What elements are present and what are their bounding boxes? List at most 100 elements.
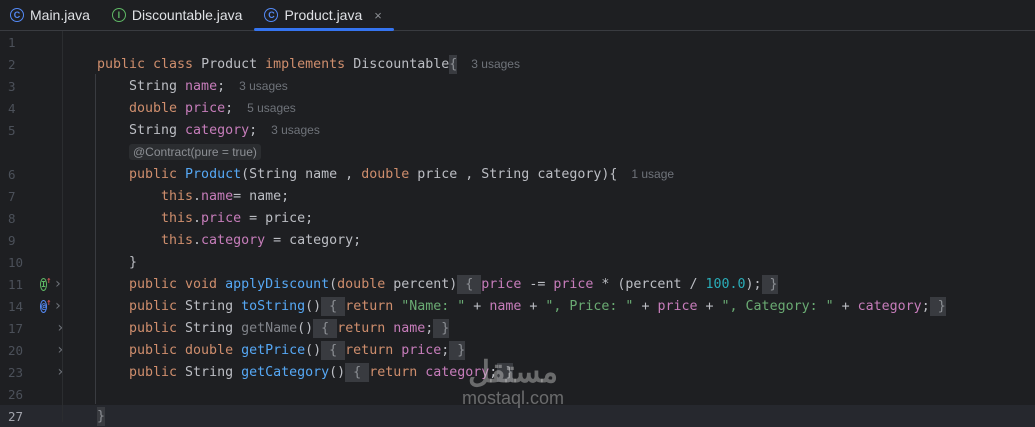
code-token: = name;: [233, 189, 289, 204]
gutter-icons: ›: [40, 342, 62, 358]
code-token: 100.0: [705, 277, 745, 292]
usages-hint[interactable]: 1 usage: [631, 167, 674, 181]
line-number: 8: [0, 211, 40, 226]
folded-brace[interactable]: {: [457, 275, 481, 294]
folded-brace[interactable]: {: [321, 297, 345, 316]
code-content: public class Product implements Discount…: [62, 57, 520, 72]
code-line: 14@↑›public String toString() { return "…: [0, 295, 1035, 317]
code-token: .: [193, 211, 201, 226]
code-token: public class: [97, 57, 201, 72]
folded-brace[interactable]: }: [930, 297, 946, 316]
folded-brace[interactable]: {: [321, 341, 345, 360]
line-number: 3: [0, 79, 40, 94]
arrow-up-icon: ↑: [46, 276, 51, 286]
code-line: 17›public String getName() { return name…: [0, 317, 1035, 339]
line-number: 7: [0, 189, 40, 204]
code-token: getCategory: [241, 365, 329, 380]
code-token: percent): [393, 277, 457, 292]
line-number: 10: [0, 255, 40, 270]
code-token: String: [129, 79, 185, 94]
code-line: 4double price;5 usages: [0, 97, 1035, 119]
tab-main-java[interactable]: C Main.java: [0, 0, 102, 30]
code-token: ;: [249, 123, 257, 138]
code-token: price: [553, 277, 593, 292]
tab-label: Discountable.java: [132, 7, 243, 23]
code-token: implements: [265, 57, 353, 72]
code-token: name: [489, 299, 521, 314]
tab-label: Main.java: [30, 7, 90, 23]
class-icon: C: [10, 8, 24, 22]
code-token: name: [201, 189, 233, 204]
tab-product-java[interactable]: C Product.java ×: [254, 0, 393, 30]
code-content: public String getName() { return name; }: [62, 321, 449, 336]
line-number: 14: [0, 299, 40, 314]
folded-brace[interactable]: {: [345, 363, 369, 382]
folded-brace[interactable]: {: [449, 55, 457, 74]
code-token: price: [481, 277, 521, 292]
code-token: .: [193, 233, 201, 248]
code-line: 7this.name= name;: [0, 185, 1035, 207]
tab-discountable-java[interactable]: I Discountable.java: [102, 0, 255, 30]
folded-brace[interactable]: }: [762, 275, 778, 294]
code-token: public: [129, 365, 185, 380]
code-token: +: [698, 299, 722, 314]
code-token: String: [185, 321, 241, 336]
code-content: public double getPrice() { return price;…: [62, 343, 465, 358]
code-token: (: [329, 277, 337, 292]
folded-brace[interactable]: {: [313, 319, 337, 338]
code-token: +: [834, 299, 858, 314]
code-token: this: [161, 189, 193, 204]
line-number: 23: [0, 365, 40, 380]
interface-icon: I: [112, 8, 126, 22]
code-content: @Contract(pure = true): [62, 145, 261, 160]
line-number: 5: [0, 123, 40, 138]
code-token: (): [305, 343, 321, 358]
code-token: public: [129, 167, 185, 182]
folded-brace[interactable]: }: [433, 319, 449, 338]
usages-hint[interactable]: 3 usages: [471, 57, 520, 71]
code-line: 6public Product(String name , double pri…: [0, 163, 1035, 185]
code-line: 10}: [0, 251, 1035, 273]
code-token: (): [297, 321, 313, 336]
code-token: = category;: [265, 233, 361, 248]
line-number: 11: [0, 277, 40, 292]
close-tab-icon[interactable]: ×: [374, 8, 382, 23]
code-token: return: [369, 365, 425, 380]
code-token: (String name ,: [241, 167, 361, 182]
code-token: price: [201, 211, 241, 226]
watermark-latin: mostaql.com: [462, 388, 564, 409]
arrow-up-icon: ↑: [46, 298, 51, 308]
code-token: }: [129, 255, 137, 270]
code-content: }: [62, 409, 105, 424]
code-line: @Contract(pure = true): [0, 141, 1035, 163]
gutter-icons: ›: [40, 364, 62, 380]
fold-chevron-icon[interactable]: ›: [54, 298, 62, 314]
line-number: 20: [0, 343, 40, 358]
usages-hint[interactable]: 3 usages: [239, 79, 288, 93]
fold-chevron-icon[interactable]: ›: [54, 276, 62, 292]
code-token: toString: [241, 299, 305, 314]
code-token: (): [305, 299, 321, 314]
line-number: 4: [0, 101, 40, 116]
line-number: 17: [0, 321, 40, 336]
code-token: String: [129, 123, 185, 138]
code-token: String: [185, 299, 241, 314]
code-token: price: [185, 101, 225, 116]
code-token: this: [161, 233, 193, 248]
line-number: 9: [0, 233, 40, 248]
folded-brace[interactable]: }: [449, 341, 465, 360]
code-content: this.category = category;: [62, 233, 361, 248]
folded-brace[interactable]: }: [97, 407, 105, 426]
line-number: 6: [0, 167, 40, 182]
code-token: price: [657, 299, 697, 314]
class-icon: C: [264, 8, 278, 22]
code-token: Product: [201, 57, 265, 72]
code-token: double: [129, 101, 185, 116]
code-token: = price;: [241, 211, 313, 226]
code-token: Product: [185, 167, 241, 182]
code-token: getPrice: [241, 343, 305, 358]
usages-hint[interactable]: 5 usages: [247, 101, 296, 115]
line-number: 2: [0, 57, 40, 72]
tab-label: Product.java: [284, 7, 362, 23]
usages-hint[interactable]: 3 usages: [271, 123, 320, 137]
